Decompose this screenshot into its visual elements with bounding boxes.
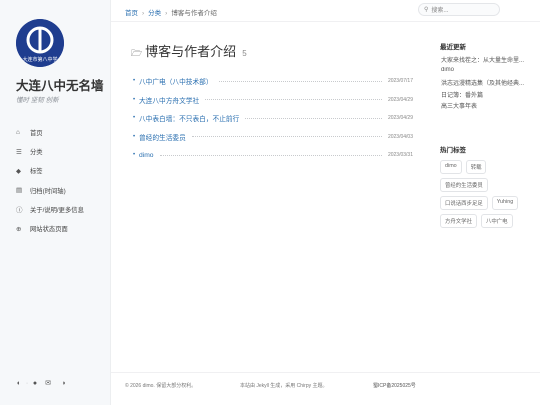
search-placeholder: 搜索...	[431, 8, 449, 14]
list-item: • 八中广电（八中技术部） 2023/07/17	[133, 72, 413, 91]
sidebar: 大连市第八中学 大连八中无名墙 懂时 坚韧 创新 ⌂ 首页 ☰ 分类 ◆ 标签 …	[0, 0, 111, 405]
breadcrumb-home[interactable]: 首页	[125, 10, 138, 17]
recent-update-link[interactable]: 大家来找茬之：从大量生命里...	[441, 55, 531, 67]
svg-text:大连市第八中学: 大连市第八中学	[22, 56, 57, 63]
post-count: 5	[242, 49, 247, 58]
info-icon: ⓘ	[16, 207, 23, 215]
footer: © 2026 dimo. 保留大部分权利。 本站由 Jekyll 生成，采用 C…	[111, 372, 540, 405]
post-link[interactable]: dimo	[139, 152, 154, 159]
recent-updates-list: 大家来找茬之：从大量生命里... dimo 洪志远漫精选集（及其他经典... 日…	[441, 55, 531, 113]
breadcrumb-separator: ›	[142, 10, 145, 17]
list-icon: ☰	[16, 148, 22, 156]
site-title[interactable]: 大连八中无名墙	[16, 75, 104, 94]
breadcrumb: 首页 › 分类 › 博客与作者介绍	[125, 7, 217, 17]
search-icon: ⚲	[424, 7, 429, 13]
dotted-leader	[218, 80, 382, 82]
post-link[interactable]: 大连八中方舟文学社	[139, 95, 199, 105]
recent-update-link[interactable]: 洪志远漫精选集（及其他经典...	[441, 78, 531, 90]
folder-open-icon: 🗁	[131, 48, 143, 58]
page-title: 博客与作者介绍	[145, 44, 237, 59]
post-link[interactable]: 八中广电（八中技术部）	[139, 76, 213, 86]
post-list: • 八中广电（八中技术部） 2023/07/17 • 大连八中方舟文学社 202…	[133, 72, 413, 165]
post-date: 2023/04/29	[387, 115, 413, 122]
list-item: • dimo 2023/03/31	[133, 146, 413, 165]
theme-toggle-icon[interactable]: ◐	[14, 380, 24, 387]
github-icon[interactable]: ●	[30, 380, 40, 387]
page-heading: 🗁 博客与作者介绍 5	[131, 41, 247, 62]
post-date: 2023/04/29	[387, 96, 413, 103]
sidebar-nav: ⌂ 首页 ☰ 分类 ◆ 标签 ▤ 归档(时间轴) ⓘ 关于/说明/更多信息 ⊕ …	[16, 123, 108, 238]
recent-update-link[interactable]: 高三大事年表	[441, 101, 531, 113]
search-input[interactable]: ⚲ 搜索...	[418, 3, 500, 16]
post-link[interactable]: 八中表白墙：不只表白，不止前行	[139, 113, 239, 123]
tag-icon: ◆	[16, 167, 21, 175]
globe-icon: ⊕	[16, 225, 22, 233]
site-subtitle: 懂时 坚韧 创新	[16, 97, 59, 104]
tag-chip[interactable]: 曾经的生活委员	[440, 178, 488, 192]
dotted-leader	[205, 99, 382, 101]
sidebar-item-label: 首页	[30, 130, 43, 138]
rss-icon[interactable]: ◗	[56, 380, 72, 387]
recent-update-link[interactable]: 日记簿：番外篇	[441, 90, 531, 102]
tag-chip[interactable]: dimo	[440, 160, 462, 174]
trending-tags-heading: 热门标签	[440, 147, 466, 154]
school-logo-icon: 大连市第八中学	[16, 19, 64, 67]
post-link[interactable]: 曾经的生活委员	[139, 132, 186, 142]
sidebar-bottom-bar: ◐ · ● ✉ ◗	[14, 379, 72, 388]
sidebar-item-label: 关于/说明/更多信息	[30, 206, 84, 214]
post-date: 2023/03/31	[387, 152, 413, 159]
dotted-leader	[245, 117, 382, 119]
sidebar-item-status[interactable]: ⊕ 网站状态页面	[16, 219, 108, 238]
footer-powered-by: 本站由 Jekyll 生成，采用 Chirpy 主题。	[240, 383, 328, 389]
footer-icp[interactable]: 蜀ICP备2025025号	[373, 382, 416, 389]
tag-chip[interactable]: Yuhing	[491, 196, 519, 210]
tag-chip[interactable]: 八中广电	[480, 214, 513, 228]
dotted-leader	[191, 136, 382, 138]
sidebar-item-about[interactable]: ⓘ 关于/说明/更多信息	[16, 200, 108, 219]
tag-chip[interactable]: 口说话西步足足	[440, 196, 488, 210]
post-date: 2023/07/17	[387, 78, 413, 85]
tag-chip[interactable]: 方舟文学社	[440, 214, 477, 228]
topbar: 首页 › 分类 › 博客与作者介绍 ⚲ 搜索...	[111, 0, 540, 22]
sidebar-item-tags[interactable]: ◆ 标签	[16, 161, 108, 180]
recent-update-link[interactable]: dimo	[441, 67, 531, 79]
email-icon[interactable]: ✉	[40, 379, 56, 387]
home-icon: ⌂	[16, 129, 20, 137]
sidebar-item-home[interactable]: ⌂ 首页	[16, 123, 108, 142]
footer-copyright: © 2026 dimo. 保留大部分权利。	[125, 383, 197, 389]
list-item: • 大连八中方舟文学社 2023/04/29	[133, 91, 413, 110]
post-date: 2023/04/03	[387, 133, 413, 140]
trending-tags: dimo 转载 曾经的生活委员 口说话西步足足 Yuhing 方舟文学社 八中广…	[440, 160, 532, 228]
list-item: • 曾经的生活委员 2023/04/03	[133, 128, 413, 147]
dotted-leader	[159, 154, 382, 156]
sidebar-item-label: 标签	[30, 168, 43, 176]
breadcrumb-separator: ›	[165, 10, 168, 17]
sidebar-item-label: 归档(时间轴)	[30, 187, 66, 195]
breadcrumb-categories[interactable]: 分类	[148, 10, 161, 17]
sidebar-item-label: 网站状态页面	[30, 226, 68, 234]
avatar[interactable]: 大连市第八中学	[16, 19, 64, 67]
recent-updates-heading: 最近更新	[440, 44, 466, 51]
tag-chip[interactable]: 转载	[465, 160, 487, 174]
archive-icon: ▤	[16, 187, 23, 195]
sidebar-item-categories[interactable]: ☰ 分类	[16, 142, 108, 161]
breadcrumb-current: 博客与作者介绍	[171, 10, 217, 17]
sidebar-item-label: 分类	[30, 149, 43, 157]
list-item: • 八中表白墙：不只表白，不止前行 2023/04/29	[133, 109, 413, 128]
sidebar-item-archives[interactable]: ▤ 归档(时间轴)	[16, 181, 108, 200]
